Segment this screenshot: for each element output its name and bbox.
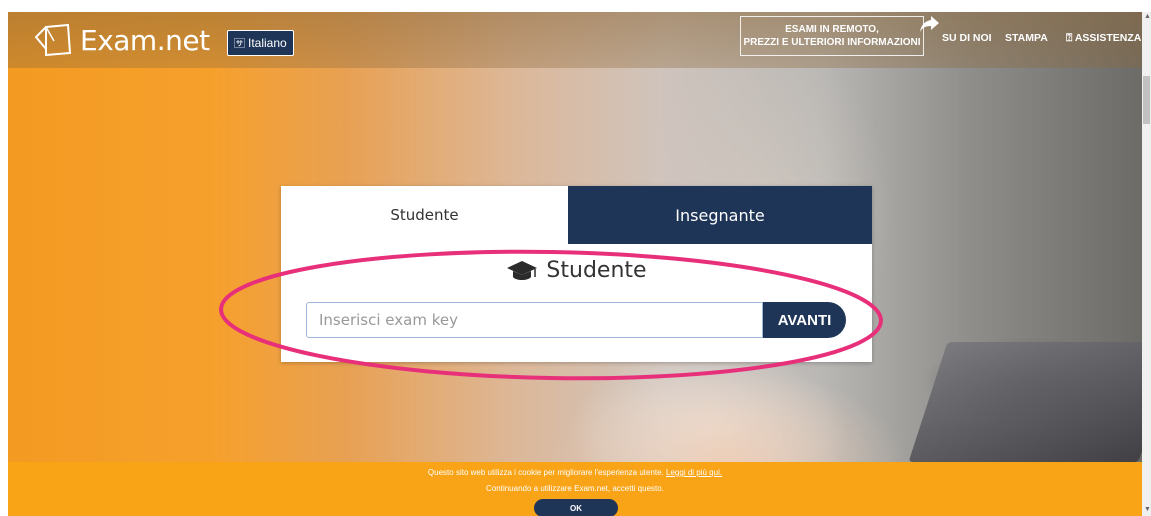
scrollbar-thumb[interactable] — [1143, 76, 1150, 124]
exam-key-input[interactable] — [306, 302, 763, 338]
graduation-cap-icon — [507, 260, 538, 280]
share-arrow-icon — [920, 16, 939, 32]
cookie-ok-button[interactable]: OK — [534, 499, 618, 516]
cookie-banner: Questo sito web utilizza i cookie per mi… — [8, 462, 1142, 516]
exam-net-logo[interactable]: Exam.net — [34, 23, 210, 57]
nav-press-link[interactable]: STAMPA — [1005, 32, 1048, 44]
card-title: Studente — [281, 258, 872, 283]
tab-student[interactable]: Studente — [281, 186, 568, 244]
vertical-scrollbar[interactable]: ▲ ▼ — [1142, 12, 1151, 516]
language-label: Italiano — [248, 36, 287, 50]
logo-icon — [34, 23, 72, 57]
scroll-down-arrow-icon[interactable]: ▼ — [1144, 506, 1151, 513]
logo-text: Exam.net — [80, 23, 210, 57]
nav-about-link[interactable]: SU DI NOI — [942, 32, 992, 44]
cookie-read-more-link[interactable]: Leggi di più qui. — [666, 468, 722, 477]
login-card: Studente Insegnante Studente AVANTI — [281, 186, 872, 362]
page-background: Exam.net 🈂 Italiano ESAMI IN REMOTO, PRE… — [8, 12, 1142, 516]
top-navigation: Exam.net 🈂 Italiano ESAMI IN REMOTO, PRE… — [8, 12, 1142, 68]
translate-icon: 🈂 — [234, 38, 245, 50]
tab-teacher[interactable]: Insegnante — [568, 186, 872, 244]
cookie-text-line-1: Questo sito web utilizza i cookie per mi… — [8, 468, 1142, 477]
tab-student-label: Studente — [390, 206, 459, 224]
tab-teacher-label: Insegnante — [675, 205, 765, 225]
scroll-up-arrow-icon[interactable]: ▲ — [1144, 13, 1151, 20]
promo-line-1: ESAMI IN REMOTO, — [785, 24, 879, 35]
promo-line-2: PREZZI E ULTERIORI INFORMAZIONI — [743, 37, 921, 48]
language-selector-button[interactable]: 🈂 Italiano — [227, 30, 294, 56]
avanti-button[interactable]: AVANTI — [763, 302, 846, 338]
nav-support-label: ASSISTENZA — [1074, 32, 1142, 44]
background-photo-laptop — [908, 342, 1142, 462]
cookie-text-line-2: Continuando a utilizzare Exam.net, accet… — [486, 484, 664, 493]
cookie-message: Questo sito web utilizza i cookie per mi… — [427, 468, 664, 477]
nav-support-link[interactable]: ⍰ ASSISTENZA — [1066, 32, 1141, 45]
help-circle-icon: ⍰ — [1066, 32, 1073, 44]
promo-remote-exams-link[interactable]: ESAMI IN REMOTO, PREZZI E ULTERIORI INFO… — [740, 16, 924, 56]
card-title-text: Studente — [546, 258, 647, 283]
